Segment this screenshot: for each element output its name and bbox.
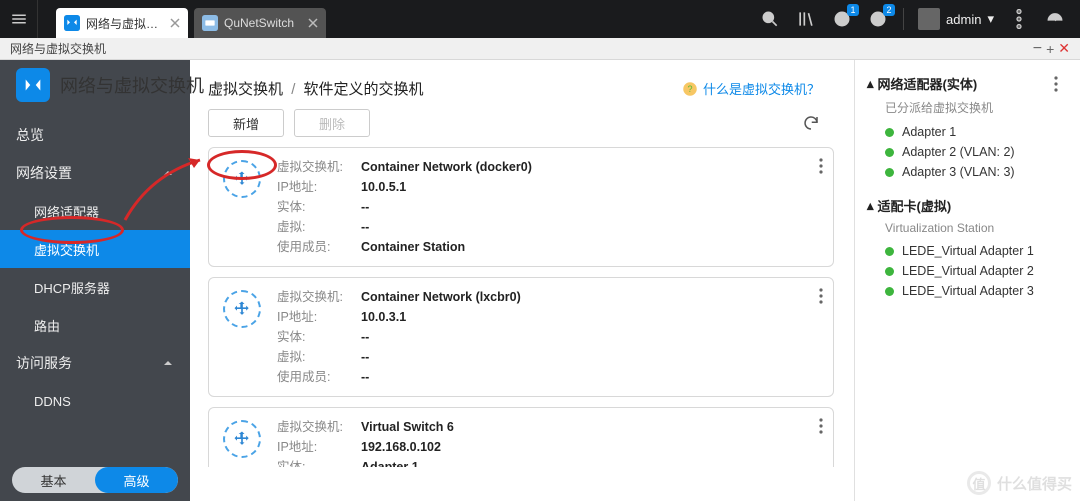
adapter-item[interactable]: Adapter 2 (VLAN: 2) [867,142,1068,162]
sidebar-item-label: 访问服务 [16,353,72,373]
sidebar-item-ddns[interactable]: DDNS [0,382,190,420]
maximize-icon[interactable]: + [1046,41,1054,57]
switch-icon [223,290,261,328]
switch-icon [223,420,261,458]
rs-adapters-header[interactable]: ▴网络适配器(实体) [867,74,1068,93]
status-dot-icon [885,267,894,276]
switch-list: 虚拟交换机:Container Network (docker0) IP地址:1… [208,147,840,467]
sidebar-item-label: 网络设置 [16,163,72,183]
sidebar-item-route[interactable]: 路由 [0,306,190,344]
more-icon[interactable] [1008,8,1030,30]
help-icon: ? [681,80,699,98]
adapter-item[interactable]: Adapter 1 [867,122,1068,142]
tab-label: QuNetSwitch [224,16,308,30]
app-title: 网络与虚拟交换机 [60,72,204,98]
sidebar-item-label: DDNS [34,394,71,409]
top-right-controls: 1 2 admin ▾ [745,8,1080,30]
badge: 1 [847,4,859,16]
right-panel: ▴网络适配器(实体) 已分派给虚拟交换机 Adapter 1 Adapter 2… [854,60,1080,501]
vadapter-item[interactable]: LEDE_Virtual Adapter 3 [867,281,1068,301]
vadapter-item[interactable]: LEDE_Virtual Adapter 2 [867,261,1068,281]
mode-basic[interactable]: 基本 [12,467,95,493]
sidebar-item-adapter[interactable]: 网络适配器 [0,192,190,230]
delete-button: 删除 [294,109,370,137]
vadapter-item[interactable]: LEDE_Virtual Adapter 1 [867,241,1068,261]
status-dot-icon [885,247,894,256]
sidebar-item-vswitch[interactable]: 虚拟交换机 [0,230,190,268]
sidebar-item-label: 路由 [34,316,60,335]
app-tab-active[interactable]: 网络与虚拟交换... [56,8,188,38]
window-title: 网络与虚拟交换机 [10,40,106,57]
sidebar-item-label: 网络适配器 [34,202,99,221]
app-logo-icon [16,68,50,102]
page-title: 虚拟交换机 / 软件定义的交换机 [208,78,424,99]
close-icon[interactable]: ✕ [1058,40,1070,57]
badge: 2 [883,4,895,16]
mode-advanced[interactable]: 高级 [95,467,178,493]
app-tabs: 网络与虚拟交换... QuNetSwitch [38,0,745,38]
sidebar-item-dhcp[interactable]: DHCP服务器 [0,268,190,306]
card-more-icon[interactable] [819,418,823,434]
status-dot-icon [885,148,894,157]
rs-adapters-sub: 已分派给虚拟交换机 [885,99,1068,116]
svg-text:?: ? [687,84,692,94]
app-header: 网络与虚拟交换机 [10,60,204,110]
watermark: 值什么值得买 [967,471,1072,495]
switch-card[interactable]: 虚拟交换机:Virtual Switch 6 IP地址:192.168.0.10… [208,407,834,467]
status-dot-icon [885,128,894,137]
search-icon[interactable] [759,8,781,30]
sidebar-section-access[interactable]: 访问服务 [0,344,190,382]
sidebar-item-overview[interactable]: 总览 [0,116,190,154]
chevron-up-icon: ▴ [867,198,874,214]
info-icon[interactable]: 2 [867,8,889,30]
notification-bell-icon[interactable]: 1 [831,8,853,30]
close-icon[interactable] [170,18,180,28]
sidebar-item-label: 总览 [16,125,44,145]
chevron-up-icon [162,167,174,179]
sidebar-section-network[interactable]: 网络设置 [0,154,190,192]
avatar [918,8,940,30]
username: admin [946,12,981,27]
main-panel: 虚拟交换机 / 软件定义的交换机 ? 什么是虚拟交换机？ 新增 删除 虚拟交换机… [190,60,854,501]
card-more-icon[interactable] [819,158,823,174]
window-titlebar: 网络与虚拟交换机 − + ✕ [0,38,1080,60]
minimize-icon[interactable]: − [1033,40,1042,58]
switch-icon [223,160,261,198]
user-menu[interactable]: admin ▾ [918,8,994,30]
status-dot-icon [885,287,894,296]
switch-card[interactable]: 虚拟交换机:Container Network (docker0) IP地址:1… [208,147,834,267]
sidebar-item-label: 虚拟交换机 [34,240,99,259]
chevron-up-icon: ▴ [867,76,874,92]
top-bar: 网络与虚拟交换... QuNetSwitch 1 2 admin ▾ [0,0,1080,38]
chevron-up-icon [162,357,174,369]
adapter-item[interactable]: Adapter 3 (VLAN: 3) [867,162,1068,182]
help-link[interactable]: ? 什么是虚拟交换机？ [681,79,820,98]
add-button[interactable]: 新增 [208,109,284,137]
tab-label: 网络与虚拟交换... [86,15,170,32]
sidebar-item-label: DHCP服务器 [34,278,110,297]
library-icon[interactable] [795,8,817,30]
chevron-down-icon: ▾ [987,11,994,27]
rs-vadapters-sub: Virtualization Station [885,221,1068,235]
sidebar: 总览 网络设置 网络适配器 虚拟交换机 DHCP服务器 路由 访问服务 DDNS… [0,60,190,501]
refresh-icon[interactable] [802,114,820,132]
menu-button[interactable] [0,0,38,38]
app-tab[interactable]: QuNetSwitch [194,8,326,38]
status-dot-icon [885,168,894,177]
card-more-icon[interactable] [819,288,823,304]
mode-toggle[interactable]: 基本 高级 [12,467,178,493]
close-icon[interactable] [308,18,318,28]
qunetswitch-icon [202,15,218,31]
switch-card[interactable]: 虚拟交换机:Container Network (lxcbr0) IP地址:10… [208,277,834,397]
network-switch-icon [64,15,80,31]
rs-vadapters-header[interactable]: ▴适配卡(虚拟) [867,196,1068,215]
dashboard-icon[interactable] [1044,8,1066,30]
